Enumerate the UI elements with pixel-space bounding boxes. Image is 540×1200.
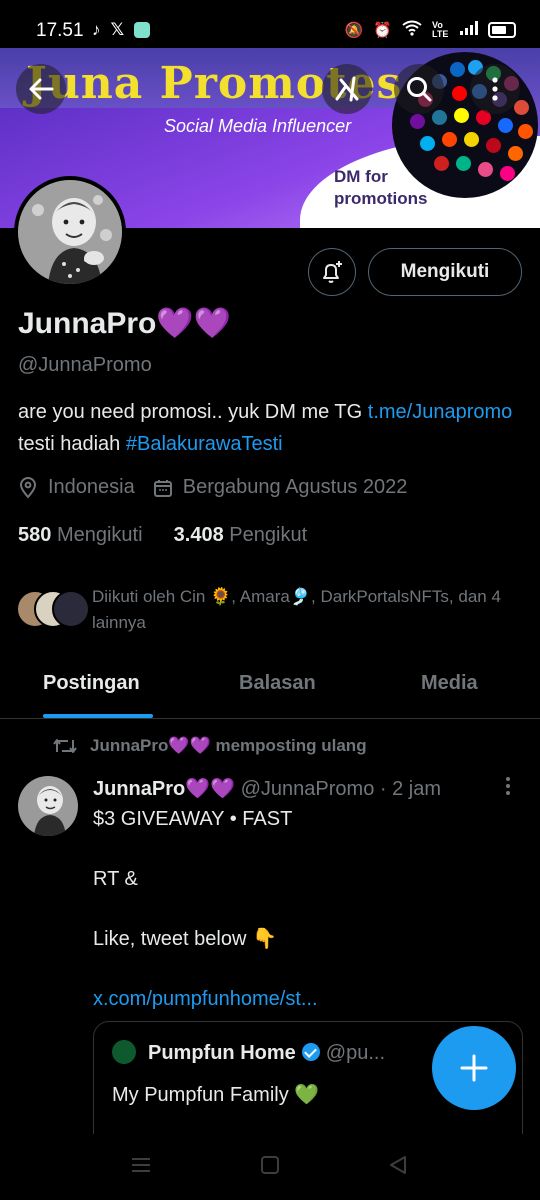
search-icon	[407, 77, 432, 102]
more-options-button[interactable]	[470, 64, 520, 114]
menu-icon[interactable]	[130, 1154, 152, 1176]
wifi-icon	[402, 20, 422, 40]
post-header: JunnaPro💜💜 @JunnaPromo · 2 jam	[93, 776, 441, 801]
profile-handle: @JunnaPromo	[18, 354, 152, 376]
repost-indicator: JunnaPro💜💜 memposting ulang	[52, 736, 367, 756]
tiktok-icon: ♪	[92, 20, 101, 39]
calendar-icon	[153, 479, 172, 497]
system-navigation-bar	[0, 1134, 540, 1200]
post-time: · 2 jam	[379, 778, 441, 800]
followed-by-avatars[interactable]	[16, 590, 90, 628]
banner-subtitle: Social Media Influencer	[164, 116, 352, 136]
following-button[interactable]: Mengikuti	[368, 248, 522, 296]
post-author-avatar[interactable]	[18, 776, 78, 836]
profile-joined-date: Bergabung Agustus 2022	[182, 476, 408, 498]
mute-icon: 🔕	[344, 22, 364, 39]
quote-avatar	[112, 1040, 136, 1064]
post-link[interactable]: x.com/pumpfunhome/st...	[93, 984, 513, 1014]
following-stat[interactable]: 580 Mengikuti	[18, 524, 143, 546]
back-arrow-icon	[29, 78, 54, 100]
post-author-name[interactable]: JunnaPro💜💜	[93, 778, 235, 800]
followers-stat[interactable]: 3.408 Pengikut	[174, 524, 307, 546]
notification-bell-button[interactable]	[308, 248, 356, 296]
tab-media[interactable]: Media	[421, 672, 478, 695]
app-icon	[134, 22, 151, 38]
profile-stats: 580 Mengikuti 3.408 Pengikut	[18, 524, 307, 547]
status-right-icons: 🔕 ⏰ Vo LTE	[345, 20, 516, 40]
followed-by-text[interactable]: Diikuti oleh Cin 🌻, Amara🎐, DarkPortalsN…	[92, 584, 532, 636]
back-triangle-icon[interactable]	[387, 1154, 409, 1176]
status-bar: 17.51 ♪ 𝕏 🔕 ⏰ Vo LTE	[0, 0, 540, 48]
verified-badge-icon	[301, 1043, 320, 1061]
quote-text: My Pumpfun Family 💚	[112, 1084, 320, 1106]
tab-balasan[interactable]: Balasan	[239, 672, 316, 695]
grok-button[interactable]	[322, 64, 372, 114]
post-author-handle[interactable]: @JunnaPromo	[241, 778, 375, 800]
bell-plus-icon	[323, 261, 342, 283]
profile-bio: are you need promosi.. yuk DM me TG t.me…	[18, 401, 513, 455]
quote-author-name: Pumpfun Home	[148, 1042, 296, 1064]
back-button[interactable]	[16, 64, 66, 114]
profile-location: Indonesia	[48, 476, 135, 498]
x-icon: 𝕏	[110, 20, 125, 39]
location-icon	[19, 476, 37, 499]
grok-icon	[335, 76, 359, 102]
profile-avatar[interactable]	[14, 176, 126, 288]
more-vertical-icon	[492, 77, 498, 101]
battery-icon	[488, 22, 516, 38]
profile-meta: Indonesia Bergabung Agustus 2022	[18, 476, 407, 499]
plus-icon	[460, 1054, 488, 1082]
status-time: 17.51	[36, 20, 84, 41]
profile-display-name: JunnaPro💜💜	[18, 307, 232, 340]
status-left-icons: ♪ 𝕏	[92, 20, 151, 40]
active-tab-indicator	[43, 714, 153, 718]
repost-icon	[53, 739, 77, 753]
quote-author-handle: @pu...	[325, 1042, 385, 1064]
signal-icon	[460, 21, 478, 39]
bio-link[interactable]: t.me/Junapromo	[368, 401, 513, 423]
bio-hashtag[interactable]: #BalakurawaTesti	[126, 433, 283, 455]
alarm-icon: ⏰	[373, 22, 392, 39]
compose-post-button[interactable]	[432, 1026, 516, 1110]
avatar	[52, 590, 90, 628]
volte-icon: Vo LTE	[432, 20, 449, 39]
home-square-icon[interactable]	[259, 1154, 281, 1176]
post-more-icon[interactable]	[500, 776, 516, 796]
post-body: $3 GIVEAWAY • FAST RT & Like, tweet belo…	[93, 804, 513, 1014]
profile-tabs: Postingan Balasan Media	[0, 660, 540, 719]
tab-postingan[interactable]: Postingan	[43, 672, 140, 695]
search-button[interactable]	[394, 64, 444, 114]
